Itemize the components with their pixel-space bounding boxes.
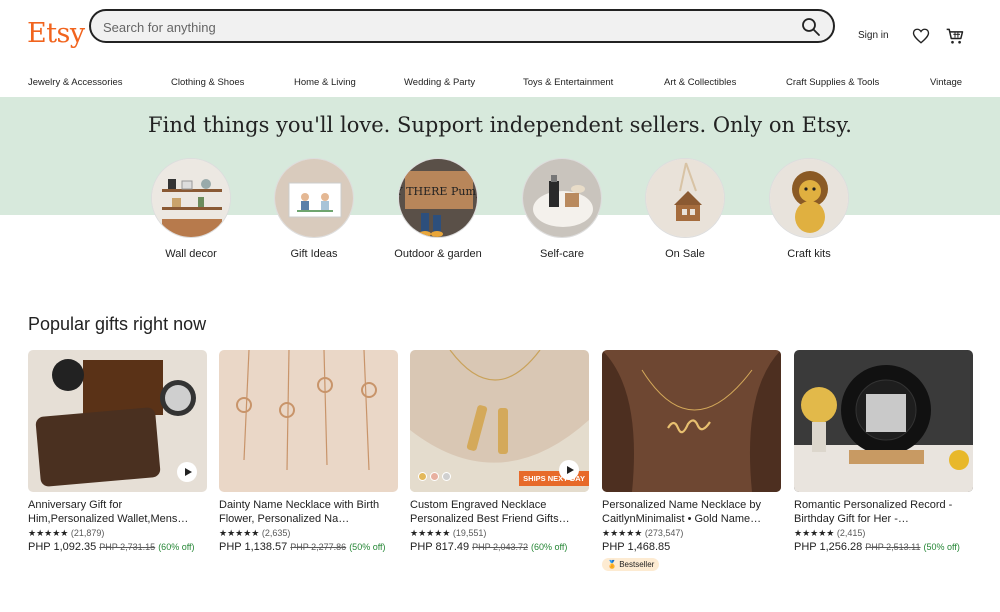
color-swatches[interactable]	[418, 468, 454, 486]
nav-craft-supplies[interactable]: Craft Supplies & Tools	[786, 77, 879, 88]
nav-home-living[interactable]: Home & Living	[294, 77, 356, 88]
category-self-care[interactable]: Self-care	[514, 158, 610, 261]
product-price-row: PHP 817.49 PHP 2,043.72 (60% off)	[410, 541, 589, 553]
ships-next-day-badge: SHIPS NEXT DAY	[519, 471, 589, 486]
bestseller-badge: 🏅 Bestseller	[602, 558, 660, 571]
category-outdoor-garden[interactable]: HEY THERE Pumpkin Outdoor & garden	[390, 158, 486, 261]
original-price: PHP 2,043.72	[472, 542, 529, 552]
category-label: Wall decor	[165, 248, 217, 260]
category-label: Outdoor & garden	[394, 248, 482, 260]
craft-kits-image	[769, 158, 849, 238]
discount: (60% off)	[158, 542, 195, 552]
product-price-row: PHP 1,092.35 PHP 2,731.15 (60% off)	[28, 541, 207, 553]
cart-icon[interactable]	[945, 26, 965, 46]
product-title[interactable]: Dainty Name Necklace with Birth Flower, …	[219, 498, 398, 526]
bestseller-label: Bestseller	[619, 560, 655, 569]
product-title[interactable]: Custom Engraved Necklace Personalized Be…	[410, 498, 589, 526]
nav-clothing[interactable]: Clothing & Shoes	[171, 77, 244, 88]
product-price-row: PHP 1,138.57 PHP 2,277.86 (50% off)	[219, 541, 398, 553]
product-price: PHP 1,092.35	[28, 541, 97, 553]
product-rating: ★★★★★ (19,551)	[410, 528, 589, 539]
on-sale-image	[645, 158, 725, 238]
product-price: PHP 1,256.28	[794, 541, 863, 553]
search-icon[interactable]	[801, 17, 821, 37]
product-title[interactable]: Romantic Personalized Record - Birthday …	[794, 498, 973, 526]
play-icon[interactable]	[177, 462, 197, 482]
header: Etsy Sign in	[0, 0, 1000, 66]
rating-count: (273,547)	[644, 528, 684, 538]
rating-count: (2,635)	[261, 528, 291, 538]
product-image[interactable]: SHIPS NEXT DAY	[410, 350, 589, 492]
product-price-row: PHP 1,256.28 PHP 2,513.11 (50% off)	[794, 541, 973, 553]
rating-count: (2,415)	[836, 528, 866, 538]
rating-count: (19,551)	[452, 528, 487, 538]
product-rating: ★★★★★ (21,879)	[28, 528, 207, 539]
category-wall-decor[interactable]: Wall decor	[143, 158, 239, 261]
silver-swatch[interactable]	[442, 472, 451, 481]
category-label: Gift Ideas	[290, 248, 338, 260]
nav-art[interactable]: Art & Collectibles	[664, 77, 736, 88]
gold-swatch[interactable]	[418, 472, 427, 481]
category-label: Craft kits	[787, 248, 831, 260]
original-price: PHP 2,731.15	[99, 542, 156, 552]
rating-stars: ★★★★★	[410, 528, 451, 538]
product-card[interactable]: SHIPS NEXT DAY Custom Engraved Necklace …	[410, 350, 589, 553]
product-price: PHP 817.49	[410, 541, 470, 553]
product-rating: ★★★★★ (2,635)	[219, 528, 398, 539]
product-rating: ★★★★★ (2,415)	[794, 528, 973, 539]
product-price-row: PHP 1,468.85	[602, 541, 781, 553]
category-gift-ideas[interactable]: Gift Ideas	[266, 158, 362, 261]
nav-wedding[interactable]: Wedding & Party	[404, 77, 475, 88]
discount: (50% off)	[349, 542, 386, 552]
play-icon[interactable]	[559, 460, 579, 480]
discount: (50% off)	[923, 542, 960, 552]
self-care-image	[522, 158, 602, 238]
rating-stars: ★★★★★	[794, 528, 835, 538]
product-card[interactable]: Dainty Name Necklace with Birth Flower, …	[219, 350, 398, 553]
product-card[interactable]: Anniversary Gift for Him,Personalized Wa…	[28, 350, 207, 553]
original-price: PHP 2,277.86	[290, 542, 347, 552]
rating-stars: ★★★★★	[602, 528, 643, 538]
product-rating: ★★★★★ (273,547)	[602, 528, 781, 539]
product-card[interactable]: Personalized Name Necklace by CaitlynMin…	[602, 350, 781, 572]
original-price: PHP 2,513.11	[865, 542, 921, 552]
category-label: On Sale	[665, 248, 705, 260]
etsy-logo[interactable]: Etsy	[27, 18, 85, 49]
outdoor-garden-image: HEY THERE Pumpkin	[398, 158, 478, 238]
heart-icon[interactable]	[912, 27, 930, 45]
sign-in-link[interactable]: Sign in	[858, 30, 889, 41]
nav-jewelry[interactable]: Jewelry & Accessories	[28, 77, 123, 88]
search-input[interactable]	[103, 17, 783, 37]
wall-decor-image	[151, 158, 231, 238]
product-price: PHP 1,138.57	[219, 541, 288, 553]
product-title[interactable]: Anniversary Gift for Him,Personalized Wa…	[28, 498, 207, 526]
product-image[interactable]	[219, 350, 398, 492]
category-on-sale[interactable]: On Sale	[637, 158, 733, 261]
nav-toys[interactable]: Toys & Entertainment	[523, 77, 613, 88]
product-title[interactable]: Personalized Name Necklace by CaitlynMin…	[602, 498, 781, 526]
category-nav: Jewelry & Accessories Clothing & Shoes H…	[0, 70, 1000, 96]
category-label: Self-care	[539, 248, 585, 260]
category-craft-kits[interactable]: Craft kits	[761, 158, 857, 261]
product-image[interactable]	[28, 350, 207, 492]
product-image[interactable]	[602, 350, 781, 492]
product-image[interactable]	[794, 350, 973, 492]
hero-title: Find things you'll love. Support indepen…	[148, 113, 852, 137]
rating-count: (21,879)	[70, 528, 105, 538]
rose-swatch[interactable]	[430, 472, 439, 481]
nav-vintage[interactable]: Vintage	[930, 77, 962, 88]
section-title: Popular gifts right now	[28, 314, 207, 334]
rating-stars: ★★★★★	[219, 528, 260, 538]
product-price: PHP 1,468.85	[602, 541, 671, 553]
gift-ideas-image	[274, 158, 354, 238]
doormat-text: HEY THERE Pumpkin	[399, 185, 478, 198]
discount: (60% off)	[531, 542, 568, 552]
rating-stars: ★★★★★	[28, 528, 69, 538]
product-card[interactable]: Romantic Personalized Record - Birthday …	[794, 350, 973, 553]
search-bar[interactable]	[89, 9, 835, 43]
